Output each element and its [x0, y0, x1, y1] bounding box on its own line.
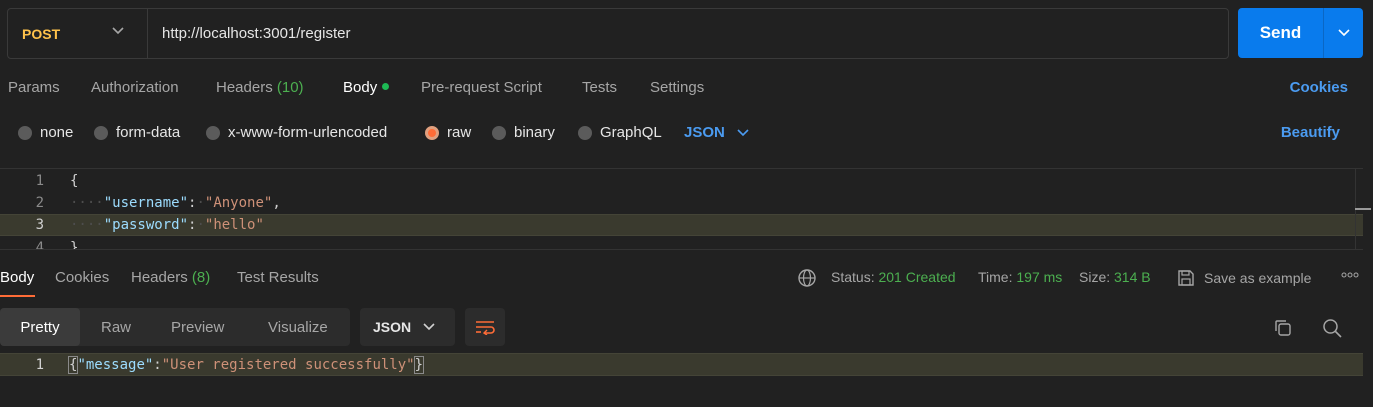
radio-none[interactable]: none: [18, 124, 73, 141]
headers-count: (10): [276, 79, 304, 96]
response-size: Size: 314 B: [1079, 269, 1151, 285]
radio-circle: [206, 125, 220, 140]
chevron-down-icon: [423, 323, 435, 331]
json-value: "Anyone": [204, 195, 273, 211]
active-tab-indicator: [0, 295, 35, 297]
status-value: 201 Created: [878, 269, 956, 285]
body-type-options: none form-data x-www-form-urlencoded raw…: [0, 122, 1373, 146]
radio-raw[interactable]: raw: [425, 124, 471, 141]
line-number: 2: [35, 195, 44, 211]
tab-headers[interactable]: Headers (10): [216, 79, 304, 96]
json-key: "message": [77, 356, 154, 373]
request-url-bar: POST http://localhost:3001/register: [7, 8, 1229, 59]
cookies-link[interactable]: Cookies: [1290, 79, 1348, 96]
tab-params[interactable]: Params: [8, 79, 60, 96]
code-line-active: 3 ····"password":·"hello": [0, 214, 1363, 236]
view-visualize[interactable]: Visualize: [268, 308, 328, 346]
radio-circle: [18, 125, 32, 140]
response-status: Status: 201 Created: [831, 269, 956, 285]
size-value: 314 B: [1114, 269, 1151, 285]
line-number: 3: [35, 217, 44, 233]
tab-tests[interactable]: Tests: [582, 79, 617, 96]
response-tab-cookies[interactable]: Cookies: [55, 269, 109, 286]
json-key: "password": [103, 217, 189, 233]
radio-circle-selected: [425, 125, 439, 140]
chevron-down-icon: [737, 128, 749, 136]
request-body-editor[interactable]: 1 { 2 ····"username":·"Anyone", 3 ····"p…: [0, 168, 1363, 250]
copy-icon[interactable]: [1273, 318, 1293, 338]
radio-circle: [94, 125, 108, 140]
view-preview[interactable]: Preview: [171, 308, 224, 346]
send-button[interactable]: Send: [1238, 8, 1363, 58]
json-value: "hello": [204, 217, 264, 233]
request-tabs: Params Authorization Headers (10) Body P…: [0, 76, 1373, 100]
globe-icon[interactable]: [797, 268, 817, 288]
radio-circle: [578, 125, 592, 140]
response-view-tabs: Pretty Raw Preview Visualize: [0, 308, 350, 346]
beautify-button[interactable]: Beautify: [1281, 124, 1340, 141]
url-input[interactable]: http://localhost:3001/register: [148, 25, 350, 42]
response-tab-test-results[interactable]: Test Results: [237, 269, 319, 286]
chevron-down-icon: [112, 27, 124, 35]
code-line: 2 ····"username":·"Anyone",: [0, 192, 1363, 214]
scrollbar-marker: [1355, 208, 1371, 210]
search-icon[interactable]: [1322, 318, 1342, 338]
radio-graphql[interactable]: GraphQL: [578, 124, 662, 141]
line-number: 4: [35, 240, 44, 250]
view-raw[interactable]: Raw: [101, 308, 131, 346]
send-label: Send: [1259, 23, 1302, 42]
tab-settings[interactable]: Settings: [650, 79, 704, 96]
tab-authorization[interactable]: Authorization: [91, 79, 179, 96]
radio-form-data[interactable]: form-data: [94, 124, 180, 141]
raw-format-select[interactable]: JSON: [684, 124, 749, 141]
response-time: Time: 197 ms: [978, 269, 1063, 285]
chevron-down-icon: [1337, 29, 1350, 37]
code-line: 1 {: [0, 170, 1363, 192]
response-tab-headers[interactable]: Headers (8): [131, 269, 210, 286]
radio-x-www-form-urlencoded[interactable]: x-www-form-urlencoded: [206, 124, 387, 141]
radio-circle: [492, 125, 506, 140]
response-format-select[interactable]: JSON: [360, 308, 455, 346]
body-modified-dot: [382, 82, 390, 90]
radio-binary[interactable]: binary: [492, 124, 555, 141]
response-tabs: Body Cookies Headers (8) Test Results St…: [0, 262, 1373, 298]
save-as-example-button[interactable]: Save as example: [1177, 269, 1311, 287]
tab-pre-request-script[interactable]: Pre-request Script: [421, 79, 542, 96]
tab-body[interactable]: Body: [343, 79, 390, 96]
wrap-lines-icon: [476, 321, 495, 335]
wrap-lines-button[interactable]: [465, 308, 505, 346]
json-key: "username": [103, 195, 189, 211]
headers-count: (8): [191, 269, 211, 286]
save-icon: [1178, 270, 1194, 286]
more-options-icon[interactable]: [1341, 272, 1359, 278]
json-value: "User registered successfully": [161, 356, 415, 373]
method-label: POST: [22, 25, 61, 42]
code-line: 4 }: [0, 237, 1363, 250]
view-pretty[interactable]: Pretty: [0, 308, 80, 346]
line-number: 1: [35, 356, 44, 373]
send-options-button[interactable]: [1323, 8, 1363, 58]
method-select[interactable]: POST: [8, 9, 148, 58]
response-tab-body[interactable]: Body: [0, 269, 34, 286]
line-number: 1: [35, 173, 44, 189]
time-value: 197 ms: [1016, 269, 1063, 285]
response-body-line[interactable]: 1 {"message":"User registered successful…: [0, 353, 1363, 376]
